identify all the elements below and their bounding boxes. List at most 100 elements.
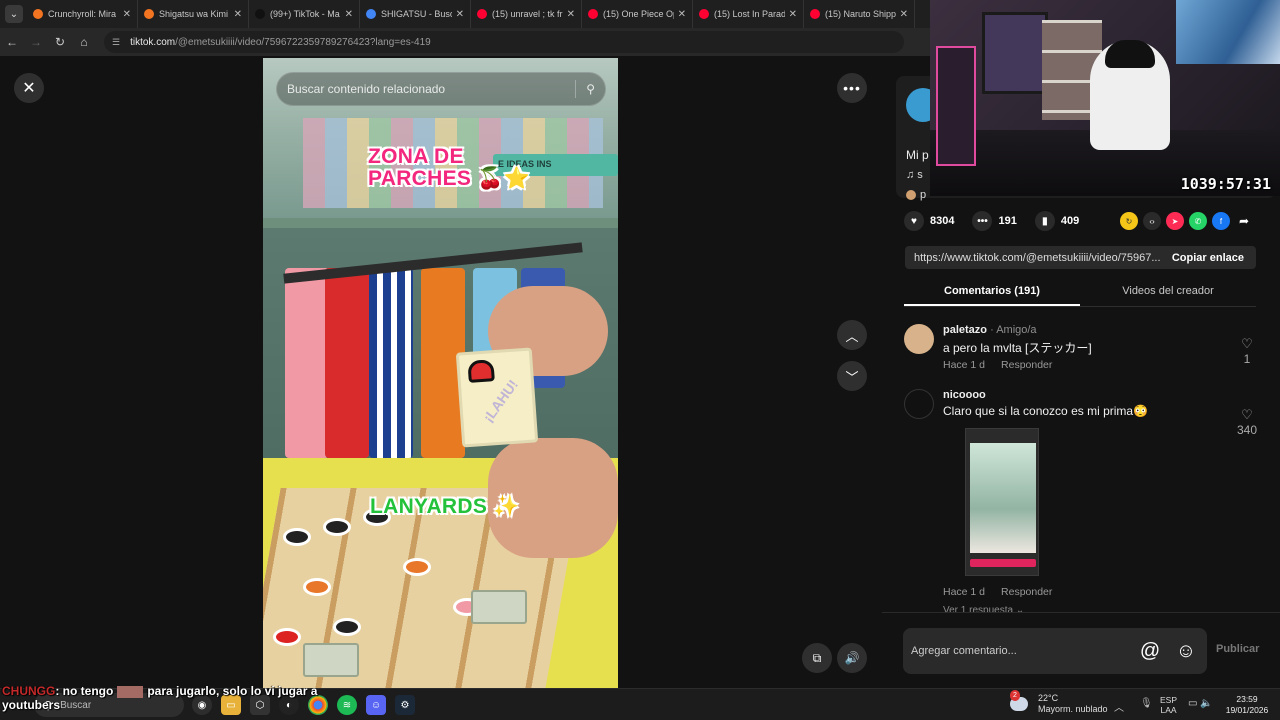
commenter-avatar[interactable] bbox=[904, 324, 934, 354]
tab-favicon-icon bbox=[33, 9, 43, 19]
embed-icon[interactable]: ‹› bbox=[1143, 212, 1161, 230]
divider bbox=[575, 80, 577, 98]
creator-handle[interactable]: p bbox=[906, 189, 926, 201]
weather-widget[interactable]: 2 22°C Mayorm. nublado bbox=[1010, 690, 1108, 715]
steam-icon[interactable]: ⚙ bbox=[395, 695, 415, 715]
weather-badge: 2 bbox=[1010, 690, 1020, 701]
mention-icon[interactable]: @ bbox=[1135, 640, 1165, 663]
network-volume-icons[interactable]: ▭ 🔈 bbox=[1188, 698, 1213, 709]
tab-favicon-icon bbox=[255, 9, 265, 19]
forward-icon[interactable]: → bbox=[24, 35, 48, 49]
tab-close-icon[interactable]: ✕ bbox=[678, 9, 686, 20]
tab-list: Crunchyroll: Mira ✕ Shigatsu wa Kimi ✕ (99+)… bbox=[27, 0, 915, 28]
comment-composer: Agregar comentario... @ ☺ Publicar bbox=[882, 612, 1280, 688]
music-label[interactable]: ♫ s bbox=[906, 169, 923, 181]
friend-badge: · Amigo/a bbox=[990, 324, 1037, 336]
next-video-button[interactable]: ﹀ bbox=[837, 361, 867, 391]
lanyard-strap bbox=[325, 268, 369, 458]
facebook-icon[interactable]: f bbox=[1212, 212, 1230, 230]
comment-input-placeholder: Agregar comentario... bbox=[911, 645, 1017, 657]
tab-favicon-icon bbox=[810, 9, 820, 19]
video-player[interactable]: E IDEAS INS ¡LAHU! ZONA DE PARCHES 🍒⭐ LA… bbox=[263, 58, 618, 688]
tab-title: (15) Lost In Parad bbox=[714, 9, 785, 19]
tab-close-icon[interactable]: ✕ bbox=[789, 9, 797, 20]
commenter-avatar[interactable] bbox=[904, 389, 934, 419]
keyboard-layout: LAA bbox=[1160, 705, 1177, 715]
close-video-button[interactable]: ✕ bbox=[14, 73, 44, 103]
tab-favicon-icon bbox=[366, 9, 376, 19]
comment-like-button[interactable]: ♡ 1 bbox=[1234, 336, 1260, 366]
more-options-button[interactable]: ••• bbox=[837, 73, 867, 103]
tab-comments[interactable]: Comentarios (191) bbox=[904, 278, 1080, 306]
comment-like-count: 340 bbox=[1236, 423, 1258, 437]
share-link[interactable]: https://www.tiktok.com/@emetsukiiii/vide… bbox=[905, 252, 1160, 264]
tab-creator-videos[interactable]: Videos del creador bbox=[1080, 278, 1256, 306]
like-button[interactable]: ♥ 8304 bbox=[904, 211, 954, 231]
site-info-icon[interactable]: ☰ bbox=[112, 37, 120, 48]
temperature: 22°C bbox=[1038, 693, 1059, 703]
creator-handle-text: p bbox=[920, 189, 927, 201]
chevron-up-icon: ︿ bbox=[845, 328, 859, 344]
previous-video-button[interactable]: ︿ bbox=[837, 320, 867, 350]
microphone-icon[interactable]: 🎙 bbox=[1140, 698, 1153, 709]
reply-button[interactable]: Responder bbox=[1001, 586, 1052, 598]
tab-close-icon[interactable]: ✕ bbox=[234, 9, 242, 20]
comments-button[interactable]: ••• 191 bbox=[972, 211, 1017, 231]
tab-close-icon[interactable]: ✕ bbox=[900, 9, 908, 20]
home-icon[interactable]: ⌂ bbox=[72, 35, 96, 49]
emoji-icon[interactable]: ☺ bbox=[1171, 640, 1201, 663]
monitor-icon: ▭ bbox=[1188, 698, 1198, 709]
bookmark-icon: ▮ bbox=[1034, 211, 1055, 231]
browser-tab[interactable]: (15) One Piece Op ✕ bbox=[582, 0, 693, 28]
comment-like-button[interactable]: ♡ 340 bbox=[1234, 407, 1260, 437]
share-icon[interactable]: ➦ bbox=[1235, 212, 1253, 230]
publish-button[interactable]: Publicar bbox=[1216, 643, 1259, 655]
tab-title: (15) unravel ; tk fr bbox=[492, 9, 563, 19]
system-tray: ︿ bbox=[1114, 699, 1135, 714]
browser-tab[interactable]: (15) unravel ; tk fr ✕ bbox=[471, 0, 582, 28]
chat-username: CHUNGG bbox=[2, 684, 56, 698]
webcam-pc bbox=[936, 46, 976, 166]
reload-icon[interactable]: ↻ bbox=[48, 35, 72, 49]
browser-tab[interactable]: (15) Lost In Parad ✕ bbox=[693, 0, 804, 28]
volume-button[interactable]: 🔊 bbox=[837, 643, 867, 673]
copy-link-button[interactable]: Copiar enlace bbox=[1160, 252, 1256, 264]
spotify-icon[interactable]: ≋ bbox=[337, 695, 357, 715]
share-link-bar: https://www.tiktok.com/@emetsukiiii/vide… bbox=[905, 246, 1256, 269]
browser-tab[interactable]: Crunchyroll: Mira ✕ bbox=[27, 0, 138, 28]
repost-icon[interactable]: ↻ bbox=[1120, 212, 1138, 230]
chevron-up-icon[interactable]: ︿ bbox=[1114, 699, 1124, 714]
browser-tab[interactable]: (99+) TikTok - Ma ✕ bbox=[249, 0, 360, 28]
discord-icon[interactable]: ☺ bbox=[366, 695, 386, 715]
tab-title: Crunchyroll: Mira bbox=[48, 9, 117, 19]
language-indicator[interactable]: ESP LAA bbox=[1160, 695, 1177, 715]
patch bbox=[403, 558, 431, 576]
reply-button[interactable]: Responder bbox=[1001, 359, 1052, 371]
commenter-name[interactable]: paletazo · Amigo/a bbox=[943, 324, 1037, 336]
comment-meta: Hace 1 d Responder bbox=[943, 359, 1068, 371]
patch bbox=[333, 618, 361, 636]
browser-tab[interactable]: (15) Naruto Shipp ✕ bbox=[804, 0, 915, 28]
tab-search-button[interactable]: ⌄ bbox=[5, 5, 23, 23]
browser-tab[interactable]: SHIGATSU - Busc ✕ bbox=[360, 0, 471, 28]
tab-title: Shigatsu wa Kimi bbox=[159, 9, 229, 19]
related-search-input[interactable]: Buscar contenido relacionado ⚲ bbox=[276, 72, 606, 106]
back-icon[interactable]: ← bbox=[0, 35, 24, 49]
tab-close-icon[interactable]: ✕ bbox=[567, 9, 575, 20]
tab-close-icon[interactable]: ✕ bbox=[123, 9, 131, 20]
search-icon[interactable]: ⚲ bbox=[586, 82, 595, 96]
browser-tab[interactable]: Shigatsu wa Kimi ✕ bbox=[138, 0, 249, 28]
clock[interactable]: 23:59 19/01/2026 bbox=[1222, 694, 1272, 716]
whatsapp-icon[interactable]: ✆ bbox=[1189, 212, 1207, 230]
commenter-name[interactable]: nicoooo bbox=[943, 389, 986, 401]
comment-input[interactable]: Agregar comentario... @ ☺ bbox=[903, 628, 1207, 674]
comment-time: Hace 1 d bbox=[943, 586, 986, 598]
picture-in-picture-button[interactable]: ⧉ bbox=[802, 643, 832, 673]
tab-close-icon[interactable]: ✕ bbox=[456, 9, 464, 20]
send-icon[interactable]: ➤ bbox=[1166, 212, 1184, 230]
comment-attached-image[interactable] bbox=[965, 428, 1039, 576]
tab-close-icon[interactable]: ✕ bbox=[345, 9, 353, 20]
chat-text-3: youtubers bbox=[2, 698, 61, 712]
address-bar[interactable]: ☰ tiktok.com/@emetsukiiii/video/75967223… bbox=[104, 31, 904, 53]
save-button[interactable]: ▮ 409 bbox=[1034, 211, 1079, 231]
